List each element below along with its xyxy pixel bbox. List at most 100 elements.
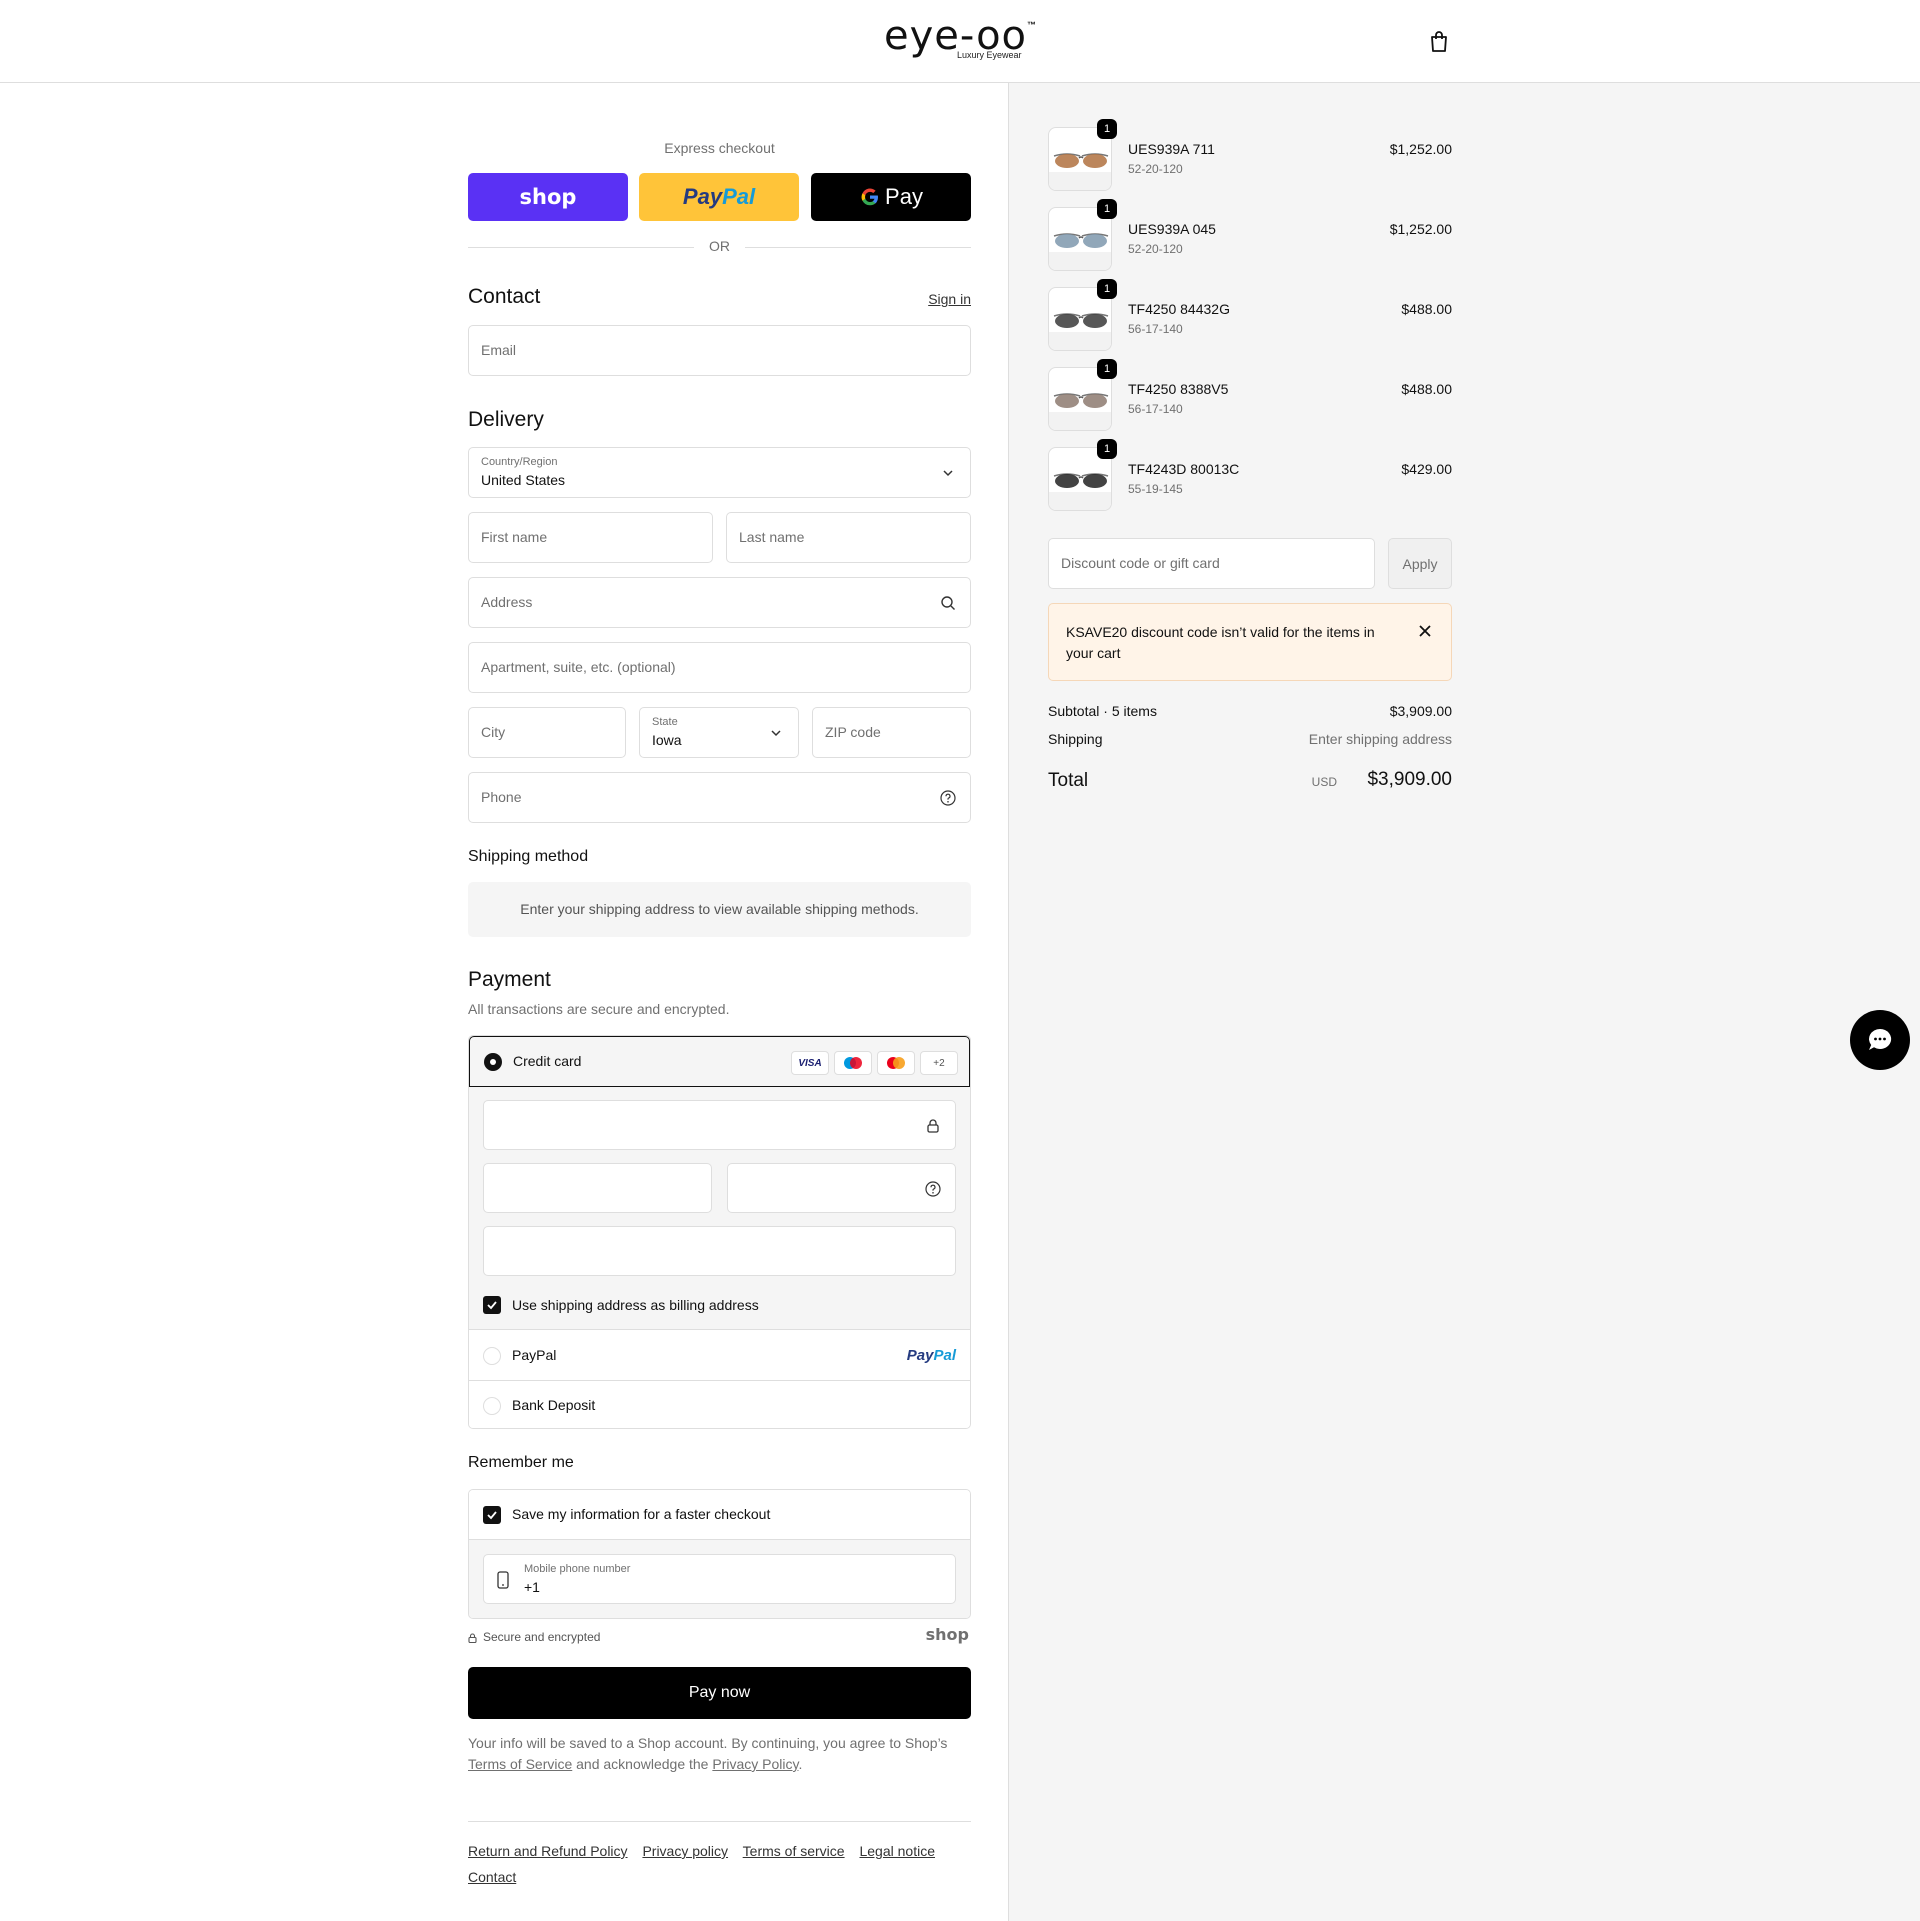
checkmark-icon (487, 1511, 497, 1520)
footer-link-terms[interactable]: Terms of service (743, 1843, 845, 1859)
save-info-checkbox[interactable] (483, 1506, 501, 1524)
security-code-field[interactable] (727, 1163, 956, 1213)
country-select[interactable]: Country/Region United States (468, 447, 971, 498)
item-variant: 55-19-145 (1128, 482, 1183, 496)
sign-in-link[interactable]: Sign in (928, 291, 971, 307)
email-field[interactable]: Email (468, 325, 971, 376)
privacy-policy-link[interactable]: Privacy Policy (712, 1756, 798, 1772)
pay-now-button[interactable]: Pay now (468, 1667, 971, 1719)
item-name: TF4250 84432G (1128, 301, 1230, 317)
contact-heading: Contact (468, 285, 541, 308)
discount-placeholder: Discount code or gift card (1061, 555, 1220, 571)
last-name-field[interactable]: Last name (726, 512, 971, 563)
help-circle-icon[interactable] (940, 790, 956, 806)
name-on-card-field[interactable] (483, 1226, 956, 1276)
phone-field[interactable]: Phone (468, 772, 971, 823)
cart-bag-icon[interactable] (1428, 30, 1450, 54)
legal-text: Your info will be saved to a Shop accoun… (468, 1733, 971, 1775)
subtotal-label: Subtotal · 5 items (1048, 703, 1157, 719)
express-checkout-label: Express checkout (664, 140, 775, 156)
cart-item: 1 TF4243D 80013C 55-19-145 $429.00 (1048, 439, 1452, 511)
credit-card-option[interactable]: Credit card VISA +2 (469, 1036, 970, 1087)
discount-error-notice: KSAVE20 discount code isn’t valid for th… (1048, 603, 1452, 681)
card-number-field[interactable] (483, 1100, 956, 1150)
paypal-express-button[interactable]: Pay Pal (639, 173, 799, 221)
mobile-phone-section: Mobile phone number +1 (469, 1540, 970, 1618)
chat-button[interactable] (1850, 1010, 1910, 1070)
item-variant: 52-20-120 (1128, 242, 1183, 256)
lock-icon (468, 1633, 477, 1643)
shop-logo: shop (925, 1625, 969, 1644)
close-icon[interactable] (1418, 624, 1432, 638)
mobile-phone-field[interactable]: Mobile phone number +1 (483, 1554, 956, 1604)
footer-link-privacy[interactable]: Privacy policy (642, 1843, 728, 1859)
item-price: $429.00 (1401, 461, 1452, 477)
footer-link-refund[interactable]: Return and Refund Policy (468, 1843, 628, 1859)
discount-code-field[interactable]: Discount code or gift card (1048, 538, 1375, 589)
last-name-placeholder: Last name (739, 529, 805, 545)
legal-text-3: . (798, 1756, 803, 1772)
save-info-row[interactable]: Save my information for a faster checkou… (469, 1490, 970, 1540)
billing-address-label: Use shipping address as billing address (512, 1297, 759, 1313)
paypal-option[interactable]: PayPal PayPal (469, 1331, 970, 1381)
visa-badge: VISA (791, 1051, 829, 1075)
chat-bubble-icon (1869, 1028, 1892, 1050)
shop-pay-label: shop (519, 185, 577, 209)
country-value: United States (481, 472, 566, 488)
shipping-label: Shipping (1048, 731, 1103, 747)
zip-field[interactable]: ZIP code (812, 707, 971, 758)
item-name: UES939A 711 (1128, 141, 1215, 157)
footer-links: Return and Refund Policy Privacy policy … (468, 1838, 971, 1890)
remember-me-heading: Remember me (468, 1454, 574, 1471)
paypal-label-2: Pal (722, 184, 756, 209)
billing-address-checkbox[interactable] (483, 1296, 501, 1314)
first-name-field[interactable]: First name (468, 512, 713, 563)
apartment-field[interactable]: Apartment, suite, etc. (optional) (468, 642, 971, 693)
state-select[interactable]: State Iowa (639, 707, 799, 758)
apply-discount-button[interactable]: Apply (1388, 538, 1452, 589)
currency-code: USD (1311, 775, 1337, 789)
item-price: $488.00 (1401, 301, 1452, 317)
city-field[interactable]: City (468, 707, 626, 758)
state-label: State (652, 716, 678, 728)
total-value: $3,909.00 (1367, 769, 1452, 790)
save-info-label: Save my information for a faster checkou… (512, 1506, 771, 1522)
lock-icon (927, 1119, 939, 1133)
email-placeholder: Email (481, 342, 517, 358)
discount-error-text: KSAVE20 discount code isn’t valid for th… (1066, 624, 1375, 661)
paypal-logo-2: Pal (933, 1347, 956, 1364)
paypal-logo-1: Pay (906, 1347, 934, 1364)
total-row: Total USD $3,909.00 (1048, 768, 1452, 794)
quantity-badge: 1 (1097, 279, 1117, 299)
paypal-radio[interactable] (483, 1347, 501, 1365)
shipping-value: Enter shipping address (1308, 731, 1452, 747)
paypal-label-1: Pay (682, 184, 723, 209)
google-g-icon (861, 188, 879, 206)
shop-pay-button[interactable]: shop (468, 173, 628, 221)
cart-item: 1 TF4250 8388V5 56-17-140 $488.00 (1048, 359, 1452, 431)
google-pay-button[interactable]: Pay (811, 173, 971, 221)
first-name-placeholder: First name (481, 529, 548, 545)
phone-placeholder: Phone (481, 789, 522, 805)
footer-link-legal[interactable]: Legal notice (859, 1843, 935, 1859)
help-circle-icon[interactable] (925, 1181, 941, 1197)
bank-deposit-radio[interactable] (483, 1397, 501, 1415)
terms-of-service-link[interactable]: Terms of Service (468, 1756, 572, 1772)
mobile-phone-value: +1 (524, 1579, 540, 1595)
header: eye-oo ™ Luxury Eyewear (0, 0, 1920, 83)
footer-link-contact[interactable]: Contact (468, 1869, 516, 1885)
footer-divider (468, 1821, 971, 1822)
payment-methods: Credit card VISA +2 Use shipping address… (468, 1035, 971, 1429)
bank-deposit-option[interactable]: Bank Deposit (469, 1381, 970, 1428)
item-name: TF4250 8388V5 (1128, 381, 1229, 397)
credit-card-radio[interactable] (484, 1053, 502, 1071)
or-divider: OR (468, 238, 971, 256)
checkmark-icon (487, 1301, 497, 1310)
address-field[interactable]: Address (468, 577, 971, 628)
item-price: $488.00 (1401, 381, 1452, 397)
country-label: Country/Region (481, 456, 558, 468)
bank-deposit-label: Bank Deposit (512, 1397, 596, 1413)
expiration-date-field[interactable] (483, 1163, 712, 1213)
apartment-placeholder: Apartment, suite, etc. (optional) (481, 659, 676, 675)
brand-logo[interactable]: eye-oo ™ Luxury Eyewear (884, 14, 1040, 64)
